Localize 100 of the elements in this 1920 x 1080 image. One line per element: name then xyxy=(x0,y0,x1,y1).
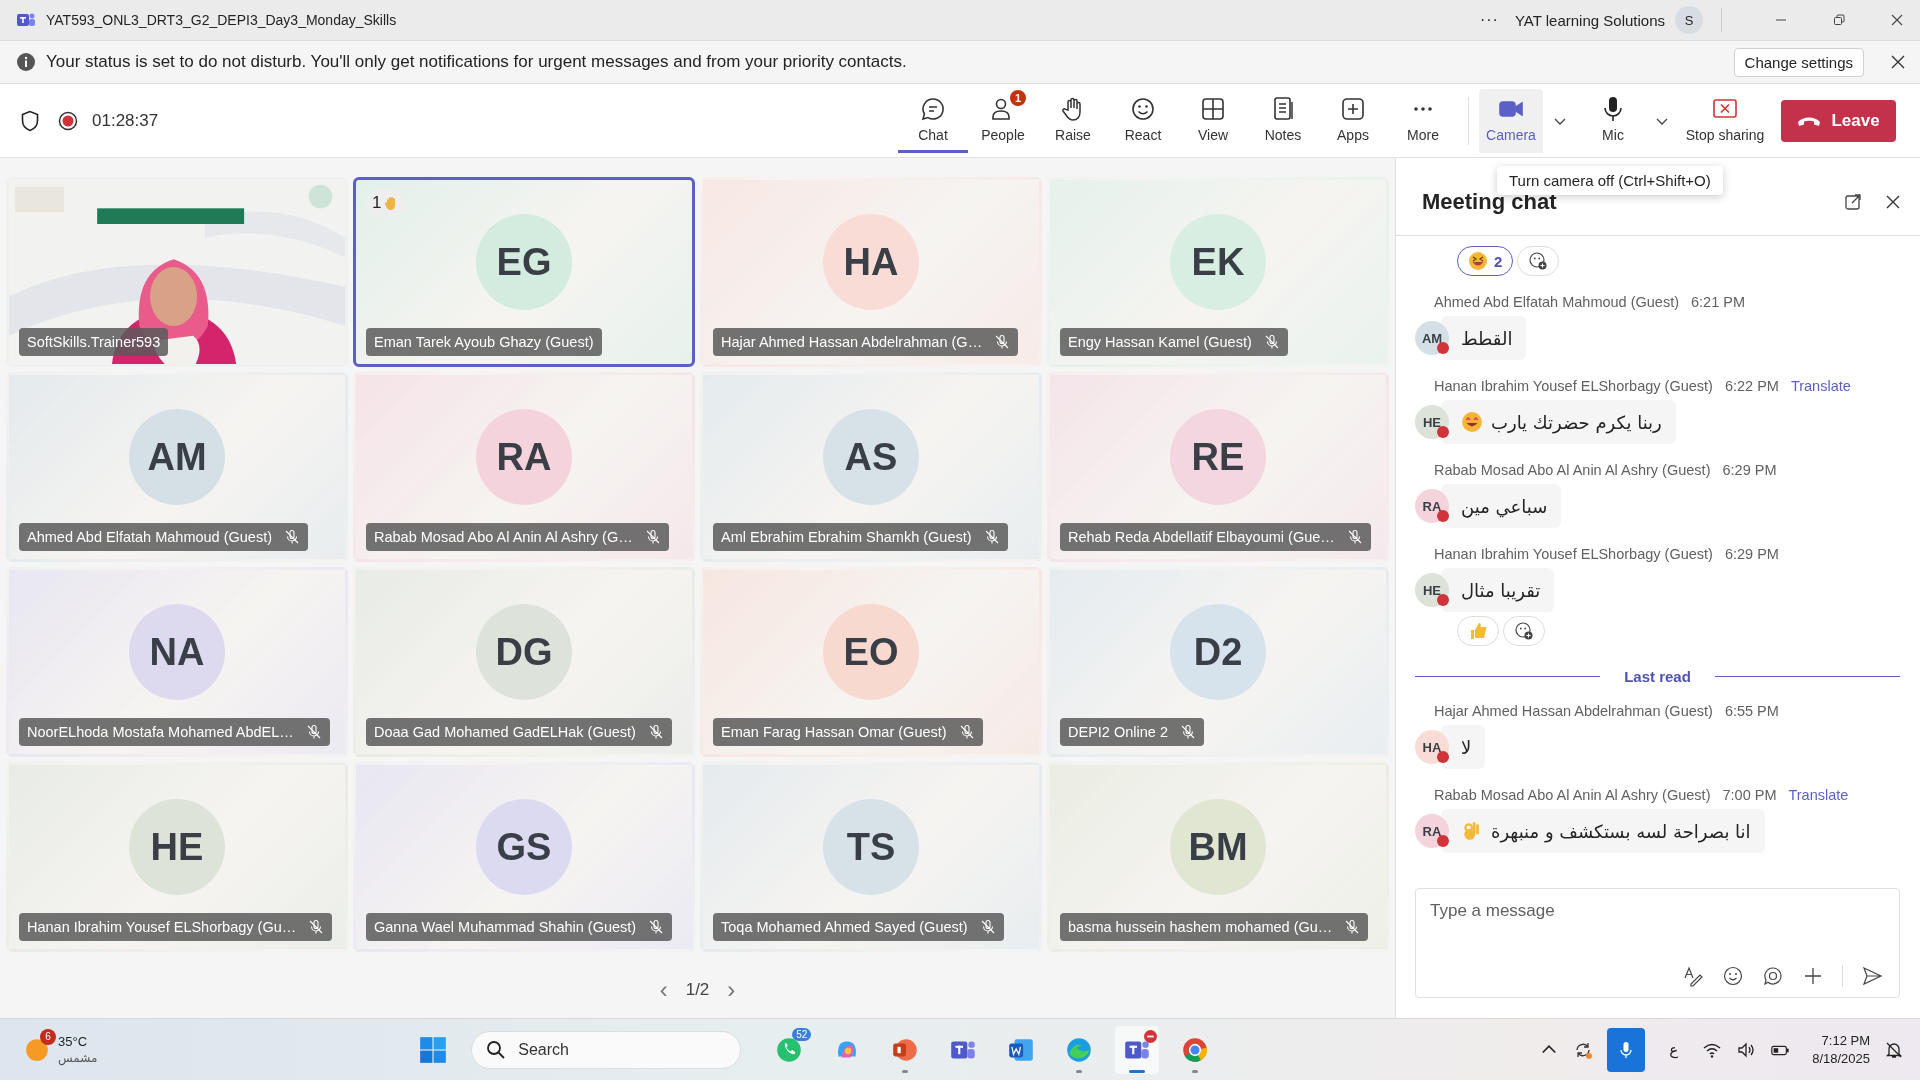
toolbar-button[interactable]: Chat xyxy=(898,88,968,153)
taskbar-app[interactable] xyxy=(1115,1025,1160,1074)
plus-icon[interactable] xyxy=(1802,965,1824,987)
last-read-divider: Last read xyxy=(1624,668,1691,685)
participant-tile[interactable]: NA NoorELhoda Mostafa Mohamed AbdEL… xyxy=(6,567,348,757)
mic-off-icon xyxy=(1346,529,1363,545)
message-text: ربنا يكرم حضرتك يارب xyxy=(1491,411,1662,433)
toolbar-button[interactable]: Apps xyxy=(1318,88,1388,153)
participant-tile[interactable]: EK Engy Hassan Kamel (Guest) xyxy=(1047,177,1389,367)
participant-tile[interactable]: TS Toqa Mohamed Ahmed Sayed (Guest) xyxy=(700,762,1042,952)
weather-condition: مشمس xyxy=(58,1049,98,1067)
emoji-icon[interactable] xyxy=(1722,965,1744,987)
participant-tile[interactable]: BM basma hussein hashem mohamed (Gu… xyxy=(1047,762,1389,952)
more-button[interactable]: ··· xyxy=(1473,11,1505,29)
translate-link[interactable]: Translate xyxy=(1790,378,1851,394)
close-icon[interactable] xyxy=(1890,54,1906,70)
participant-tile[interactable]: EG 1 Eman Tarek Ayoub Ghazy (Guest) xyxy=(353,177,695,367)
message-author: Rabab Mosad Abo Al Anin Al Ashry (Guest) xyxy=(1434,787,1711,803)
participant-tile[interactable]: EO Eman Farag Hassan Omar (Guest) xyxy=(700,567,1042,757)
camera-button[interactable]: Camera xyxy=(1479,88,1543,153)
next-page-button[interactable]: › xyxy=(727,976,736,1004)
shield-icon[interactable] xyxy=(20,109,40,132)
chat-icon xyxy=(919,95,947,123)
participant-tile[interactable]: AS Aml Ebrahim Ebrahim Shamkh (Guest) xyxy=(700,372,1042,562)
participant-name: SoftSkills.Trainer593 xyxy=(27,334,161,350)
temperature: 35°C xyxy=(58,1032,89,1050)
taskbar-app[interactable]: 52 xyxy=(767,1025,812,1074)
change-settings-button[interactable]: Change settings xyxy=(1733,47,1864,77)
toolbar-button[interactable]: Raise xyxy=(1038,88,1108,153)
participant-name: Rehab Reda Abdellatif Elbayoumi (Gue… xyxy=(1068,529,1335,545)
message-text: تقريبا مثال xyxy=(1461,579,1541,601)
count-badge: 1 xyxy=(1010,90,1026,106)
participant-name: NoorELhoda Mostafa Mohamed AbdEL… xyxy=(27,724,294,740)
toolbar-button[interactable]: React xyxy=(1108,88,1178,153)
send-icon[interactable] xyxy=(1861,965,1883,987)
participant-name: Rabab Mosad Abo Al Anin Al Ashry (G… xyxy=(374,529,633,545)
status-dot xyxy=(1437,426,1449,438)
mic-off-icon xyxy=(308,919,325,935)
participant-tile[interactable]: SoftSkills.Trainer593 xyxy=(6,177,348,367)
add-reaction-button[interactable] xyxy=(1517,246,1560,276)
message-author: Hanan Ibrahim Yousef ELShorbagy (Guest) xyxy=(1434,378,1713,394)
message-time: 6:22 PM xyxy=(1724,378,1779,394)
close-icon[interactable] xyxy=(1890,13,1904,27)
participant-tile[interactable]: HE Hanan Ibrahim Yousef ELShorbagy (Gu… xyxy=(6,762,348,952)
hand-count: 1 xyxy=(372,193,382,213)
participant-tile[interactable]: D2 DEPI2 Online 2 xyxy=(1047,567,1389,757)
message-time: 7:00 PM xyxy=(1722,787,1777,803)
participant-avatar: HE xyxy=(129,799,225,895)
message-time: 6:29 PM xyxy=(1724,546,1779,562)
do-not-disturb-icon xyxy=(1144,1029,1158,1043)
toolbar-button[interactable]: 1 People xyxy=(968,88,1038,153)
participant-avatar: EO xyxy=(823,604,919,700)
mic-off-icon xyxy=(1344,919,1361,935)
participant-tile[interactable]: HA Hajar Ahmed Hassan Abdelrahman (G… xyxy=(700,177,1042,367)
status-dot xyxy=(1437,835,1449,847)
pop-out-icon[interactable] xyxy=(1844,192,1862,211)
message-field[interactable]: Type a message xyxy=(1430,901,1883,921)
add-reaction-icon xyxy=(1528,251,1549,271)
toolbar-button[interactable]: More xyxy=(1388,88,1458,153)
status-dot xyxy=(1437,751,1449,763)
message-author: Hajar Ahmed Hassan Abdelrahman (Guest) xyxy=(1434,703,1713,719)
notification-badge: 6 xyxy=(40,1028,56,1045)
system-clock[interactable]: 7:12 PM 8/18/2025 xyxy=(1812,1031,1870,1068)
loop-icon[interactable] xyxy=(1762,965,1784,987)
translate-link[interactable]: Translate xyxy=(1788,787,1849,803)
microphone-in-use-button[interactable] xyxy=(1607,1027,1646,1072)
format-icon[interactable] xyxy=(1682,965,1704,987)
participant-tile[interactable]: AM Ahmed Abd Elfatah Mahmoud (Guest) xyxy=(6,372,348,562)
participant-avatar: EG xyxy=(476,214,572,310)
participant-name: Doaa Gad Mohamed GadELHak (Guest) xyxy=(374,724,636,740)
participant-avatar: BM xyxy=(1170,799,1266,895)
stop-sharing-button[interactable]: Stop sharing xyxy=(1683,88,1767,153)
toolbar-button[interactable]: Notes xyxy=(1248,88,1318,153)
toolbar-button[interactable]: View xyxy=(1178,88,1248,153)
start-icon[interactable] xyxy=(419,1035,448,1064)
participant-name: Eman Tarek Ayoub Ghazy (Guest) xyxy=(374,334,594,350)
restore-icon[interactable] xyxy=(1832,13,1846,27)
participant-avatar: TS xyxy=(823,799,919,895)
user-avatar[interactable]: S xyxy=(1675,6,1703,34)
mic-off-icon xyxy=(305,724,322,740)
leave-button[interactable]: Leave xyxy=(1781,99,1896,142)
previous-page-button[interactable]: ‹ xyxy=(659,976,668,1004)
participant-name: Hanan Ibrahim Yousef ELShorbagy (Gu… xyxy=(27,919,297,935)
participant-tile[interactable]: RA Rabab Mosad Abo Al Anin Al Ashry (G… xyxy=(353,372,695,562)
smiley-icon xyxy=(1461,411,1483,433)
participant-avatar: RA xyxy=(476,409,572,505)
search-field[interactable]: Search xyxy=(471,1030,742,1069)
mic-off-icon xyxy=(284,529,301,545)
reaction-button[interactable]: 2 xyxy=(1457,246,1514,276)
participant-tile[interactable]: DG Doaa Gad Mohamed GadELHak (Guest) xyxy=(353,567,695,757)
participant-avatar: EK xyxy=(1170,214,1266,310)
mic-button[interactable]: Mic xyxy=(1581,88,1645,153)
page-indicator: 1/2 xyxy=(685,980,710,1000)
input-language[interactable]: ع xyxy=(1669,1040,1679,1059)
participant-tile[interactable]: RE Rehab Reda Abdellatif Elbayoumi (Gue… xyxy=(1047,372,1389,562)
participant-name: Hajar Ahmed Hassan Abdelrahman (G… xyxy=(721,334,983,350)
participant-avatar: AM xyxy=(129,409,225,505)
message-author: Hanan Ibrahim Yousef ELShorbagy (Guest) xyxy=(1434,546,1713,562)
add-reaction-button[interactable] xyxy=(1503,616,1545,646)
participant-tile[interactable]: GS Ganna Wael Muhammad Shahin (Guest) xyxy=(353,762,695,952)
